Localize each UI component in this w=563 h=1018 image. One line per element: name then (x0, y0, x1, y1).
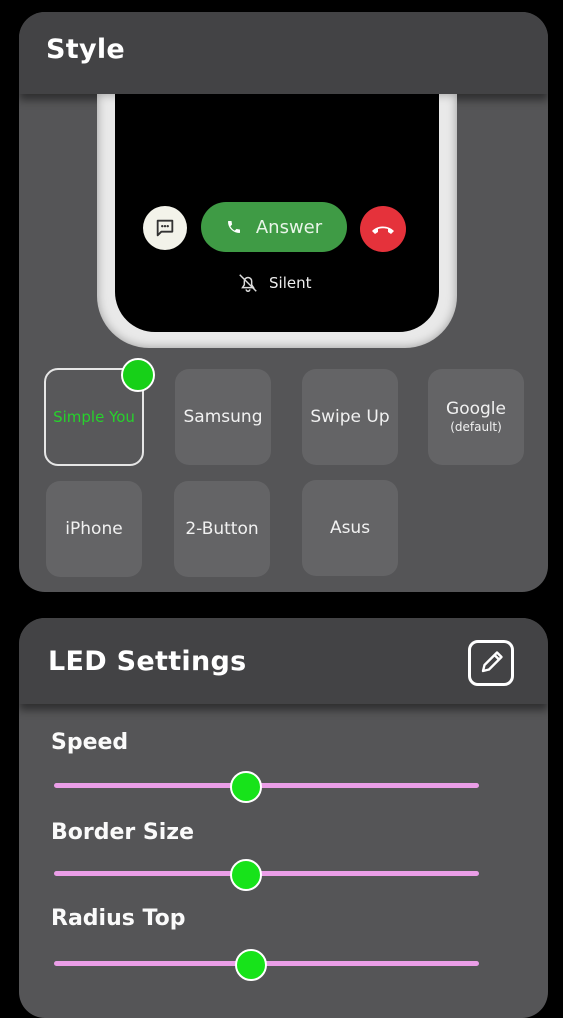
message-button (143, 206, 187, 250)
style-option-label: 2-Button (185, 518, 259, 539)
style-option-label: Google (446, 399, 506, 420)
bell-off-icon (239, 274, 257, 292)
decline-button (360, 206, 406, 252)
style-option-swipe-up[interactable]: Swipe Up (302, 369, 398, 465)
style-option-google[interactable]: Google (default) (428, 369, 524, 465)
style-card: Style Answer Silent Simple You Samsung S… (19, 12, 548, 592)
style-card-header: Style (19, 12, 548, 94)
radius-top-label: Radius Top (51, 906, 186, 931)
preview-screen: Answer Silent (115, 94, 439, 332)
border-size-slider[interactable] (54, 859, 479, 891)
style-option-iphone[interactable]: iPhone (46, 481, 142, 577)
style-option-2-button[interactable]: 2-Button (174, 481, 270, 577)
hang-up-icon (372, 226, 394, 234)
speed-slider-thumb[interactable] (230, 771, 263, 803)
style-option-sublabel: (default) (450, 419, 502, 434)
answer-button: Answer (201, 202, 347, 252)
style-card-title: Style (46, 34, 126, 65)
message-icon (156, 219, 174, 237)
led-settings-card: LED Settings Speed Border Size Radius To… (19, 618, 548, 1018)
edit-button[interactable] (468, 640, 514, 686)
led-card-title: LED Settings (48, 646, 247, 677)
call-style-preview: Answer Silent (97, 94, 457, 348)
border-size-slider-thumb[interactable] (230, 859, 263, 891)
speed-label: Speed (51, 730, 129, 755)
style-option-asus[interactable]: Asus (302, 480, 398, 576)
style-option-label: Simple You (53, 407, 135, 426)
radius-top-slider-thumb[interactable] (234, 949, 267, 981)
style-option-label: Swipe Up (310, 406, 390, 427)
speed-slider[interactable] (54, 771, 479, 803)
radius-top-slider[interactable] (54, 949, 479, 981)
style-option-samsung[interactable]: Samsung (175, 369, 271, 465)
style-option-label: iPhone (65, 518, 123, 539)
silent-indicator: Silent (237, 272, 311, 294)
style-option-label: Asus (329, 517, 371, 538)
edit-icon (481, 651, 503, 673)
selected-check-icon (121, 358, 155, 392)
border-size-label: Border Size (51, 820, 195, 845)
phone-icon (227, 221, 240, 233)
style-option-label: Samsung (183, 406, 263, 427)
answer-label: Answer (255, 216, 323, 238)
silent-label: Silent (269, 274, 312, 292)
led-card-header: LED Settings (19, 618, 548, 704)
